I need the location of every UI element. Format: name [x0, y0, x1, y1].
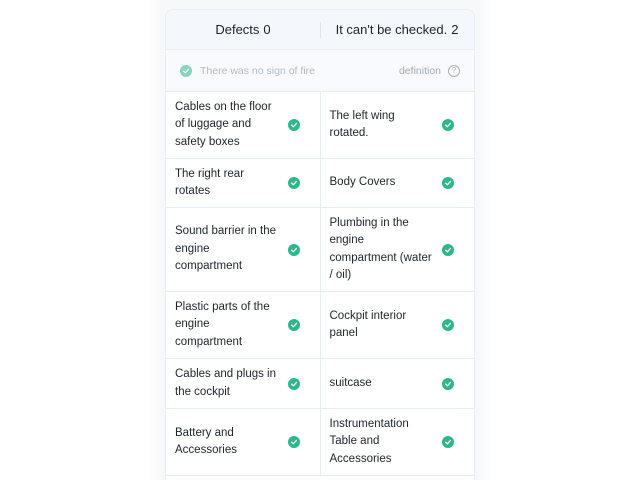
item-label: Sound barrier in the engine compartment — [175, 225, 277, 273]
item-label: Plumbing in the engine compartment (wate… — [329, 216, 432, 282]
item-label: Plastic parts of the engine compartment — [175, 300, 270, 348]
checklist-item[interactable]: Instrumentation Table and Accessories — [319, 409, 475, 475]
item-label: suitcase — [329, 376, 372, 389]
check-icon — [180, 64, 192, 77]
checklist-item[interactable]: Plumbing in the engine compartment (wate… — [319, 208, 475, 291]
checklist-item[interactable]: Sound barrier in the engine compartment — [166, 208, 320, 291]
check-icon — [442, 377, 454, 390]
item-label: Cockpit interior panel — [329, 309, 407, 340]
unchecked-count: 2 — [451, 22, 459, 37]
checklist-item[interactable]: The right rear rotates — [166, 159, 320, 207]
checklist-item[interactable]: Battery and Accessories — [166, 409, 320, 475]
check-icon — [287, 177, 300, 189]
fire-check-text: There was no sign of fire — [200, 64, 315, 77]
fire-check-row: There was no sign of fire definition ? — [166, 50, 474, 92]
item-label: Body Covers — [329, 176, 396, 189]
checklist-item[interactable]: Body Covers — [319, 159, 475, 207]
check-icon — [287, 436, 300, 448]
check-icon — [287, 243, 300, 256]
item-label: The left wing rotated. — [329, 109, 395, 140]
unchecked-summary[interactable]: It can't be checked. 2 — [320, 10, 474, 49]
checklist-row: Battery and Accessories Instrumentation … — [166, 409, 474, 476]
item-label: Instrumentation Table and Accessories — [329, 417, 409, 465]
checklist-item[interactable]: Cables and plugs in the cockpit — [166, 359, 320, 408]
check-icon — [287, 119, 300, 131]
item-label: Cables and plugs in the cockpit — [175, 368, 277, 398]
check-icon — [287, 377, 300, 390]
check-icon — [442, 243, 454, 256]
checklist-row: Plastic parts of the engine compartment … — [166, 292, 474, 359]
item-label: The right rear rotates — [175, 167, 245, 198]
checklist-grid: Cables on the floor of luggage and safet… — [166, 92, 474, 476]
help-icon[interactable]: ? — [448, 64, 460, 77]
defects-label: Defects — [215, 22, 260, 37]
checklist-item[interactable]: Cables on the floor of luggage and safet… — [166, 92, 320, 158]
checklist-row: Cables and plugs in the cockpit suitcase — [166, 359, 474, 409]
item-label: Cables on the floor of luggage and safet… — [175, 100, 272, 148]
check-icon — [287, 319, 300, 331]
item-label: Battery and Accessories — [175, 426, 237, 457]
unchecked-label: It can't be checked. — [335, 22, 448, 37]
checklist-row: Sound barrier in the engine compartment … — [166, 208, 474, 292]
summary-bar: Defects 0 It can't be checked. 2 — [166, 10, 474, 50]
checklist-row: The right rear rotates Body Covers — [166, 159, 474, 208]
inspection-card: Defects 0 It can't be checked. 2 There w… — [165, 9, 475, 480]
check-icon — [442, 177, 454, 189]
check-icon — [442, 119, 454, 131]
checklist-row: Cables on the floor of luggage and safet… — [166, 92, 474, 159]
check-icon — [442, 436, 454, 448]
checklist-item[interactable]: suitcase — [319, 359, 475, 408]
check-icon — [442, 319, 454, 331]
checklist-item[interactable]: Plastic parts of the engine compartment — [166, 292, 320, 358]
definition-link[interactable]: definition — [399, 65, 441, 77]
defects-count: 0 — [263, 22, 271, 37]
checklist-item[interactable]: The left wing rotated. — [319, 92, 475, 158]
checklist-item[interactable]: Cockpit interior panel — [319, 292, 475, 358]
defects-summary[interactable]: Defects 0 — [166, 10, 320, 49]
